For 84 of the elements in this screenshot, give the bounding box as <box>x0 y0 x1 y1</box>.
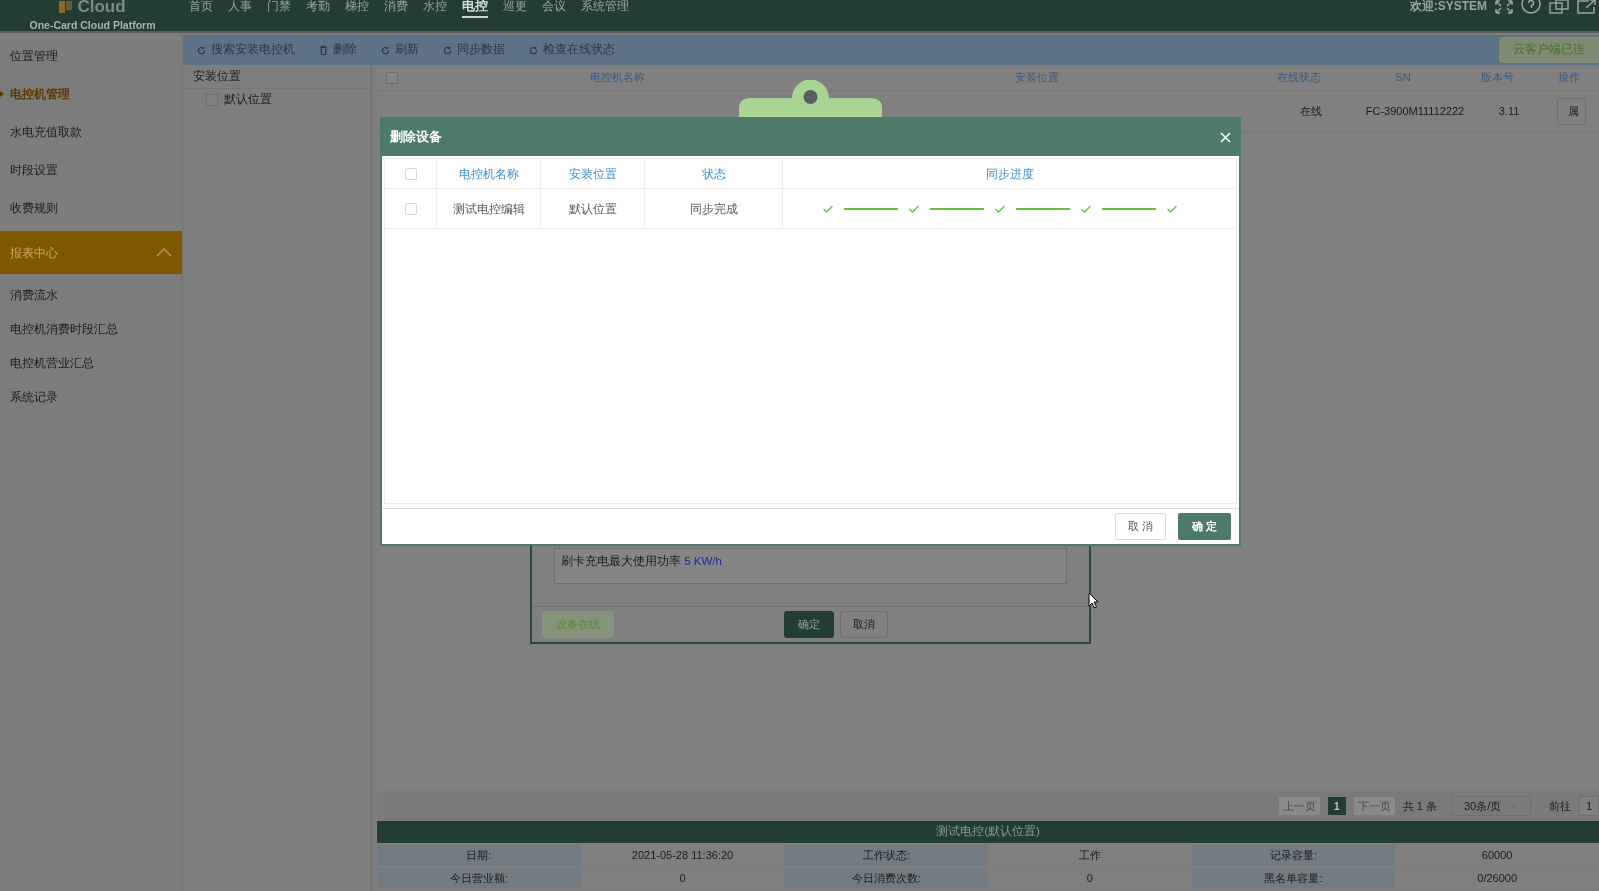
sidebar-item[interactable]: 电控机营业汇总 <box>10 354 94 372</box>
nav-tab[interactable]: 巡更 <box>503 0 527 18</box>
info-label: 工作状态: <box>784 845 988 866</box>
platform-subtitle: One-Card Cloud Platform <box>29 18 156 33</box>
refresh-icon <box>529 45 538 55</box>
table-cell: 默认位置 <box>541 189 645 228</box>
nav-tab[interactable]: 考勤 <box>306 0 330 18</box>
progress-line <box>929 207 984 210</box>
sidebar-item[interactable]: 消费流水 <box>10 286 58 304</box>
help-icon[interactable] <box>1521 0 1541 14</box>
table-cell: 同步完成 <box>645 189 783 228</box>
mouse-cursor-icon <box>1088 592 1099 609</box>
device-panel-title: 测试电控(默认位置) <box>377 821 1599 843</box>
nav-tab[interactable]: 水控 <box>423 0 447 18</box>
table-cell: 测试电控编辑 <box>437 189 541 228</box>
logo-text: Cloud <box>77 0 126 14</box>
page-size-select[interactable]: 30条/页 <box>1451 796 1531 816</box>
page-button[interactable]: 1 <box>1327 797 1346 815</box>
column-header: 状态 <box>645 159 783 188</box>
export-icon[interactable] <box>1577 0 1597 14</box>
column-header: SN <box>1394 70 1412 86</box>
sidebar-item[interactable]: 时段设置 <box>10 161 58 179</box>
chevron-up-icon <box>156 248 172 257</box>
column-header: 在线状态 <box>1276 70 1322 86</box>
nav-tab[interactable]: 消费 <box>384 0 408 18</box>
toolbar-button[interactable]: 检查在线状态 <box>529 41 615 59</box>
column-header: 安装位置 <box>541 159 645 188</box>
refresh-icon <box>381 45 390 55</box>
progress-line <box>1015 207 1070 210</box>
goto-label: 前往 <box>1549 798 1571 814</box>
sidebar-group-label: 报表中心 <box>10 244 58 262</box>
toolbar-button[interactable]: 刷新 <box>381 41 419 59</box>
confirm-button[interactable]: 确定 <box>784 611 834 638</box>
cancel-button[interactable]: 取消 <box>840 611 888 638</box>
welcome-text: 欢迎:SYSTEM <box>1409 0 1487 12</box>
toolbar-button[interactable]: 搜索安装电控机 <box>197 41 295 59</box>
connection-status: 云客户端已连 <box>1499 37 1599 63</box>
table-cell-text: FC-3900M11112222 <box>1364 104 1466 119</box>
progress-line <box>843 207 898 210</box>
properties-button[interactable]: 属 <box>1557 98 1586 125</box>
close-icon[interactable] <box>1220 132 1231 143</box>
sidebar-item[interactable]: 电控机管理 <box>10 85 70 103</box>
toolbar-button[interactable]: 删除 <box>319 41 357 59</box>
table-cell-text: 3.11 <box>1497 104 1521 120</box>
goto-page-field[interactable]: 1 <box>1579 796 1599 816</box>
sidebar-item[interactable]: 收费规则 <box>10 199 58 217</box>
column-header: 同步进度 <box>984 165 1035 183</box>
nav-tab[interactable]: 系统管理 <box>581 0 629 18</box>
confirm-button[interactable]: 确 定 <box>1177 513 1231 540</box>
column-header: 操作 <box>1557 70 1581 86</box>
info-label: 黑名单容量: <box>1191 868 1396 889</box>
table-cell-text: 在线 <box>1299 104 1323 120</box>
sidebar-item[interactable]: 水电充值取款 <box>10 123 82 141</box>
refresh-icon <box>443 45 452 55</box>
info-label: 今日消费次数: <box>784 868 988 889</box>
trash-icon <box>319 45 328 55</box>
modal-title: 删除设备 <box>390 129 442 147</box>
cancel-button[interactable]: 取 消 <box>1114 513 1166 540</box>
info-label: 今日营业额: <box>377 868 581 889</box>
nav-tab[interactable]: 人事 <box>228 0 252 18</box>
column-header: 安装位置 <box>1014 70 1060 86</box>
nav-tab[interactable]: 门禁 <box>267 0 291 18</box>
total-count: 共 1 条 <box>1402 798 1437 814</box>
sidebar-item[interactable]: 系统记录 <box>10 388 58 406</box>
info-label: 记录容量: <box>1191 845 1396 866</box>
refresh-icon <box>197 45 206 55</box>
windows-icon[interactable] <box>1549 0 1569 14</box>
column-header: 电控机名称 <box>437 159 541 188</box>
power-note: 刷卡充电最大使用功率 5 KW/h <box>561 554 722 569</box>
sidebar-item[interactable]: 电控机消费时段汇总 <box>10 320 118 338</box>
tree-item[interactable]: 默认位置 <box>224 91 272 109</box>
active-marker-icon <box>0 91 4 97</box>
nav-tab[interactable]: 会议 <box>542 0 566 18</box>
tree-title: 安装位置 <box>183 65 370 89</box>
sidebar-item[interactable]: 位置管理 <box>10 47 58 65</box>
sidebar-group[interactable]: 报表中心 <box>0 231 182 274</box>
logo-icon <box>59 1 74 13</box>
info-label: 日期: <box>377 845 581 866</box>
fullscreen-icon[interactable] <box>1495 0 1513 14</box>
nav-tab[interactable]: 梯控 <box>345 0 369 18</box>
progress-line <box>1101 207 1156 210</box>
toolbar-button[interactable]: 同步数据 <box>443 41 505 59</box>
nav-tab[interactable]: 首页 <box>189 0 213 18</box>
row-checkbox[interactable] <box>404 202 417 215</box>
